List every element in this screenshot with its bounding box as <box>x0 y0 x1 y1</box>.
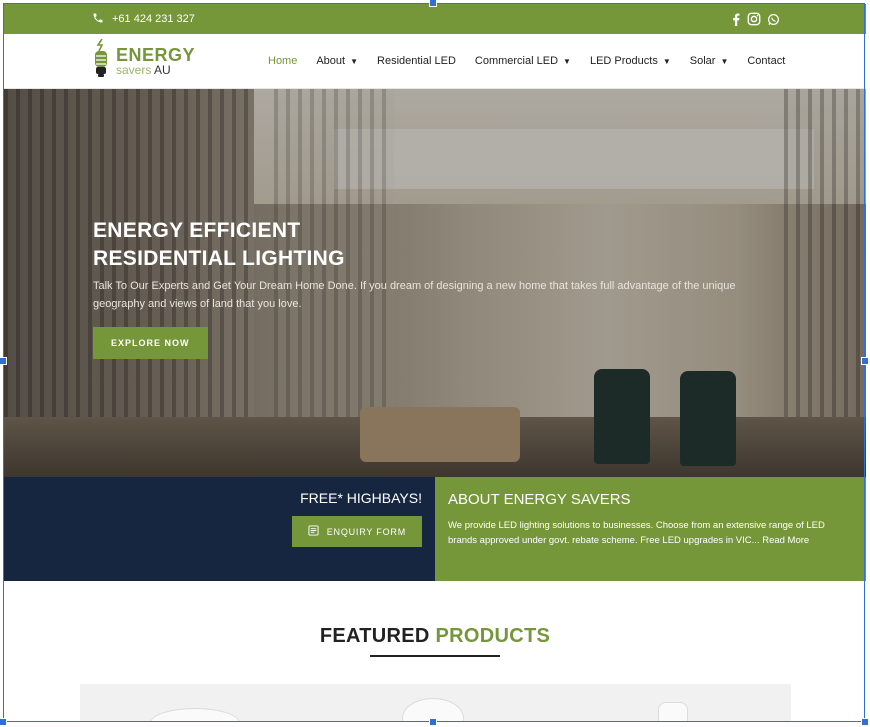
phone-link[interactable]: +61 424 231 327 <box>92 12 195 27</box>
whatsapp-icon[interactable] <box>767 13 780 26</box>
bulb-logo-icon <box>92 38 110 84</box>
hero-title: ENERGY EFFICIENT RESIDENTIAL LIGHTING <box>93 219 345 270</box>
social-links <box>731 12 780 26</box>
logo-wordmark: ENERGY <box>116 45 196 65</box>
nav-item-home[interactable]: Home <box>268 55 297 67</box>
featured-products-section: FEATURED PRODUCTS <box>4 581 866 657</box>
main-navbar: ENERGY savers AU Home About ▼ Residential… <box>4 34 866 89</box>
resize-handle-left[interactable] <box>0 357 7 365</box>
chevron-down-icon: ▼ <box>720 56 729 66</box>
free-highbays-panel: FREE* HIGHBAYS! ENQUIRY FORM <box>4 477 435 581</box>
nav-item-contact[interactable]: Contact <box>747 55 785 67</box>
promo-banner: FREE* HIGHBAYS! ENQUIRY FORM ABOUT ENERG… <box>4 477 866 581</box>
nav-menu: Home About ▼ Residential LED Commercial L… <box>268 55 785 67</box>
chevron-down-icon: ▼ <box>662 56 671 66</box>
title-underline <box>370 655 500 657</box>
resize-handle-bottom-right[interactable] <box>861 718 869 726</box>
enquiry-form-button[interactable]: ENQUIRY FORM <box>291 516 422 547</box>
featured-products-title: FEATURED PRODUCTS <box>319 625 551 647</box>
site-logo[interactable]: ENERGY savers AU <box>92 38 268 84</box>
chevron-down-icon: ▼ <box>563 56 571 66</box>
resize-handle-top[interactable] <box>429 0 437 7</box>
chevron-down-icon: ▼ <box>350 56 359 66</box>
nav-item-residential-led[interactable]: Residential LED <box>377 55 456 67</box>
instagram-icon[interactable] <box>747 12 761 26</box>
resize-handle-bottom-left[interactable] <box>0 718 7 726</box>
about-title: ABOUT ENERGY SAVERS <box>448 491 631 508</box>
page: +61 424 231 327 ENERGY savers AU Home Ab… <box>4 4 866 722</box>
hero-description: Talk To Our Experts and Get Your Dream H… <box>93 280 736 310</box>
product-image[interactable] <box>658 702 688 722</box>
form-icon <box>308 525 319 538</box>
hero-content: ENERGY EFFICIENT RESIDENTIAL LIGHTING Ta… <box>93 217 793 359</box>
logo-subtext: savers AU <box>116 63 171 77</box>
phone-number: +61 424 231 327 <box>112 13 195 25</box>
free-highbays-title: FREE* HIGHBAYS! <box>300 490 422 506</box>
about-panel: ABOUT ENERGY SAVERS We provide LED light… <box>435 477 866 581</box>
product-carousel <box>80 684 791 722</box>
product-image[interactable] <box>150 708 240 722</box>
nav-item-about[interactable]: About ▼ <box>316 55 358 67</box>
top-bar: +61 424 231 327 <box>4 4 866 34</box>
nav-item-solar[interactable]: Solar ▼ <box>690 55 729 67</box>
explore-now-button[interactable]: EXPLORE NOW <box>93 327 208 359</box>
nav-item-commercial-led[interactable]: Commercial LED ▼ <box>475 55 571 67</box>
facebook-icon[interactable] <box>731 12 741 26</box>
resize-handle-right[interactable] <box>861 357 869 365</box>
nav-item-led-products[interactable]: LED Products ▼ <box>590 55 671 67</box>
resize-handle-bottom[interactable] <box>429 718 437 726</box>
hero-section: ENERGY EFFICIENT RESIDENTIAL LIGHTING Ta… <box>4 89 866 477</box>
phone-icon <box>92 12 104 27</box>
about-text: We provide LED lighting solutions to bus… <box>448 520 825 546</box>
